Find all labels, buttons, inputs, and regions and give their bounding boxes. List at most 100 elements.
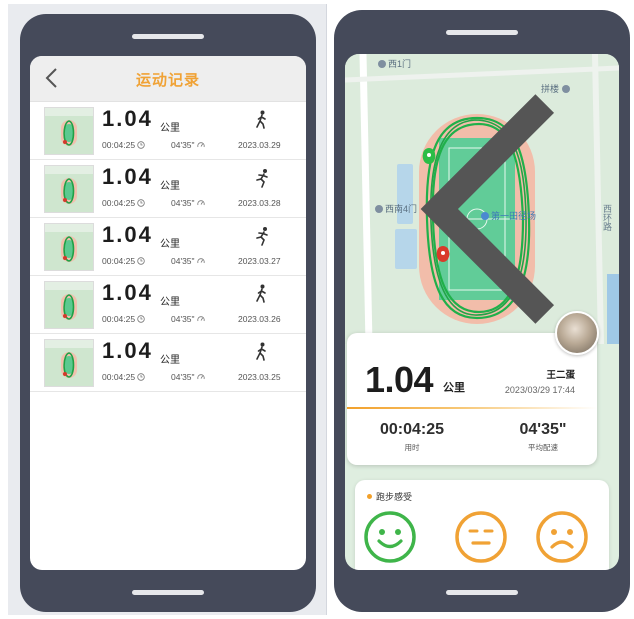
record-item[interactable]: 1.04 公里 00:04:25 04'35" 2023.03.29 xyxy=(30,102,306,160)
location-pin-icon xyxy=(375,205,383,213)
record-unit: 公里 xyxy=(160,355,180,366)
sad-face-icon[interactable] xyxy=(535,510,589,564)
duration-value: 00:04:25 xyxy=(379,421,445,438)
record-duration: 00:04:25 xyxy=(102,314,145,324)
record-date: 2023.03.29 xyxy=(238,140,281,150)
phone-frame-detail: 西1门 拼楼 西南4门 第一田径场 西环路 1.04 公里 王二蛋 2023/0… xyxy=(334,10,630,612)
record-unit: 公里 xyxy=(160,181,180,192)
summary-unit: 公里 xyxy=(443,382,465,394)
record-pace-text: 04'35" xyxy=(171,314,195,324)
poi-text: 拼楼 xyxy=(541,84,560,94)
map-poi-label: 拼楼 xyxy=(541,82,572,95)
avatar[interactable] xyxy=(555,311,599,355)
speedometer-icon xyxy=(196,316,205,322)
location-pin-icon xyxy=(562,85,571,93)
record-unit: 公里 xyxy=(160,123,180,134)
record-pace-text: 04'35" xyxy=(171,256,195,266)
record-distance: 1.04 xyxy=(102,338,153,363)
record-distance: 1.04 xyxy=(102,222,153,247)
speaker-bottom xyxy=(446,590,518,595)
record-pace: 04'35" xyxy=(171,372,205,382)
poi-text: 西南4门 xyxy=(385,204,418,214)
happy-face-icon[interactable] xyxy=(363,510,417,564)
feeling-title: 跑步感受 xyxy=(367,490,412,503)
user-name: 王二蛋 xyxy=(546,370,575,381)
record-date: 2023.03.28 xyxy=(238,198,281,208)
route-thumbnail xyxy=(44,339,94,387)
run-icon xyxy=(256,169,268,188)
record-duration: 00:04:25 xyxy=(102,372,145,382)
record-duration-text: 00:04:25 xyxy=(102,256,136,266)
poi-text: 西1门 xyxy=(388,59,412,69)
nav-bar: 运动记录 xyxy=(30,56,306,102)
clock-icon xyxy=(137,257,145,265)
records-screen: 运动记录 1.04 公里 00:04:25 04'35" 2023.03.29 … xyxy=(30,56,306,570)
feeling-title-text: 跑步感受 xyxy=(376,492,413,502)
record-pace-text: 04'35" xyxy=(171,372,195,382)
record-item[interactable]: 1.04 公里 00:04:25 04'35" 2023.03.27 xyxy=(30,218,306,276)
record-item[interactable]: 1.04 公里 00:04:25 04'35" 2023.03.28 xyxy=(30,160,306,218)
speedometer-icon xyxy=(196,258,205,264)
record-pace: 04'35" xyxy=(171,140,205,150)
run-summary-card: 1.04 公里 王二蛋 2023/03/29 17:44 00:04:25 用时… xyxy=(347,333,597,465)
record-distance: 1.04 xyxy=(102,106,153,131)
record-unit: 公里 xyxy=(160,297,180,308)
record-item[interactable]: 1.04 公里 00:04:25 04'35" 2023.03.25 xyxy=(30,334,306,392)
speaker-top xyxy=(132,34,204,39)
route-thumbnail xyxy=(44,165,94,213)
record-pace: 04'35" xyxy=(171,198,205,208)
walk-icon xyxy=(256,342,266,361)
run-icon xyxy=(256,227,268,246)
clock-icon xyxy=(137,315,145,323)
record-date: 2023.03.27 xyxy=(238,256,281,266)
run-datetime: 2023/03/29 17:44 xyxy=(504,385,575,395)
pace-stat: 04'35" 平均配速 xyxy=(507,421,579,453)
location-pin-icon xyxy=(481,212,489,220)
phone-frame-list: 运动记录 1.04 公里 00:04:25 04'35" 2023.03.29 … xyxy=(20,14,316,612)
route-thumbnail xyxy=(44,281,94,329)
record-duration-text: 00:04:25 xyxy=(102,314,136,324)
clock-icon xyxy=(137,199,145,207)
record-duration-text: 00:04:25 xyxy=(102,198,136,208)
duration-label: 用时 xyxy=(404,443,420,452)
map-road-label: 西环路 xyxy=(602,204,612,231)
bullet-dot xyxy=(367,494,372,499)
record-date: 2023.03.25 xyxy=(238,372,281,382)
speedometer-icon xyxy=(196,142,205,148)
pace-label: 平均配速 xyxy=(528,443,558,452)
map-poi-label: 西1门 xyxy=(378,57,411,70)
record-item[interactable]: 1.04 公里 00:04:25 04'35" 2023.03.26 xyxy=(30,276,306,334)
record-pace: 04'35" xyxy=(171,256,205,266)
record-date: 2023.03.26 xyxy=(238,314,281,324)
poi-text: 第一田径场 xyxy=(491,211,537,221)
location-pin-icon xyxy=(378,60,386,68)
run-detail-screen: 西1门 拼楼 西南4门 第一田径场 西环路 1.04 公里 王二蛋 2023/0… xyxy=(345,54,619,570)
page-title: 运动记录 xyxy=(135,72,200,89)
record-unit: 公里 xyxy=(160,239,180,250)
divider xyxy=(347,407,597,409)
record-duration: 00:04:25 xyxy=(102,198,145,208)
clock-icon xyxy=(137,373,145,381)
duration-stat: 00:04:25 用时 xyxy=(371,421,453,453)
neutral-face-icon[interactable] xyxy=(454,510,508,564)
route-thumbnail xyxy=(44,223,94,271)
route-thumbnail xyxy=(44,107,94,155)
route-map[interactable]: 西1门 拼楼 西南4门 第一田径场 西环路 xyxy=(345,54,619,344)
pace-value: 04'35" xyxy=(519,421,567,438)
record-duration-text: 00:04:25 xyxy=(102,372,136,382)
walk-icon xyxy=(256,284,266,303)
record-duration: 00:04:25 xyxy=(102,256,145,266)
map-poi-label: 第一田径场 xyxy=(481,209,536,222)
record-distance: 1.04 xyxy=(102,280,153,305)
summary-distance: 1.04 xyxy=(365,359,434,400)
map-poi-label: 西南4门 xyxy=(375,202,417,215)
record-list: 1.04 公里 00:04:25 04'35" 2023.03.29 1.04 … xyxy=(30,102,306,392)
speedometer-icon xyxy=(196,200,205,206)
speedometer-icon xyxy=(196,374,205,380)
record-pace-text: 04'35" xyxy=(171,198,195,208)
record-duration: 00:04:25 xyxy=(102,140,145,150)
run-feeling-card: 跑步感受 xyxy=(355,480,609,570)
walk-icon xyxy=(256,110,266,129)
clock-icon xyxy=(137,141,145,149)
speaker-top xyxy=(446,30,518,35)
